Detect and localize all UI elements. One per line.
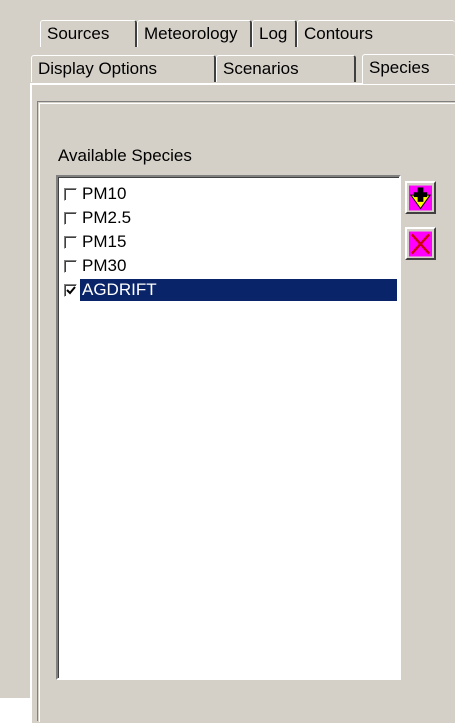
tab-label: Sources — [47, 24, 110, 43]
tab-species[interactable]: Species — [362, 54, 455, 84]
tab-log[interactable]: Log — [252, 20, 297, 47]
item-label: PM10 — [82, 184, 127, 203]
species-listbox[interactable]: PM10 PM2.5 PM15 PM30 AGDRIFT — [56, 175, 401, 680]
tab-scenarios[interactable]: Scenarios — [216, 55, 356, 82]
item-label: AGDRIFT — [80, 279, 397, 301]
checkbox-pm15[interactable] — [64, 235, 77, 249]
list-item[interactable]: AGDRIFT — [64, 278, 397, 302]
tab-label: Contours — [304, 24, 373, 43]
checkbox-pm2-5[interactable] — [64, 211, 77, 225]
dialog-window: Sources Meteorology Log Contours Display… — [0, 0, 455, 723]
list-item[interactable]: PM30 — [64, 254, 128, 278]
checkbox-pm30[interactable] — [64, 259, 77, 273]
item-label: PM2.5 — [82, 208, 132, 227]
checkmark-icon — [66, 285, 76, 294]
tab-label: Species — [369, 58, 430, 77]
checkbox-pm10[interactable] — [64, 187, 77, 201]
tab-label: Display Options — [38, 59, 158, 78]
list-item[interactable]: PM15 — [64, 230, 128, 254]
list-item[interactable]: PM10 — [64, 182, 128, 206]
delete-species-button[interactable] — [405, 227, 436, 260]
tab-label: Log — [259, 24, 288, 43]
item-label: PM15 — [82, 232, 127, 251]
checkbox-agdrift[interactable] — [64, 283, 77, 297]
delete-icon — [409, 231, 432, 256]
available-species-label: Available Species — [58, 146, 192, 165]
add-icon — [409, 185, 432, 210]
tab-label: Scenarios — [223, 59, 299, 78]
tab-contours[interactable]: Contours — [297, 20, 455, 47]
tab-label: Meteorology — [144, 24, 238, 43]
item-label: PM30 — [82, 256, 127, 275]
list-item[interactable]: PM2.5 — [64, 206, 133, 230]
tab-meteorology[interactable]: Meteorology — [137, 20, 252, 47]
tab-display-options[interactable]: Display Options — [31, 55, 216, 82]
tab-sources[interactable]: Sources — [40, 20, 137, 47]
add-species-button[interactable] — [405, 181, 436, 214]
